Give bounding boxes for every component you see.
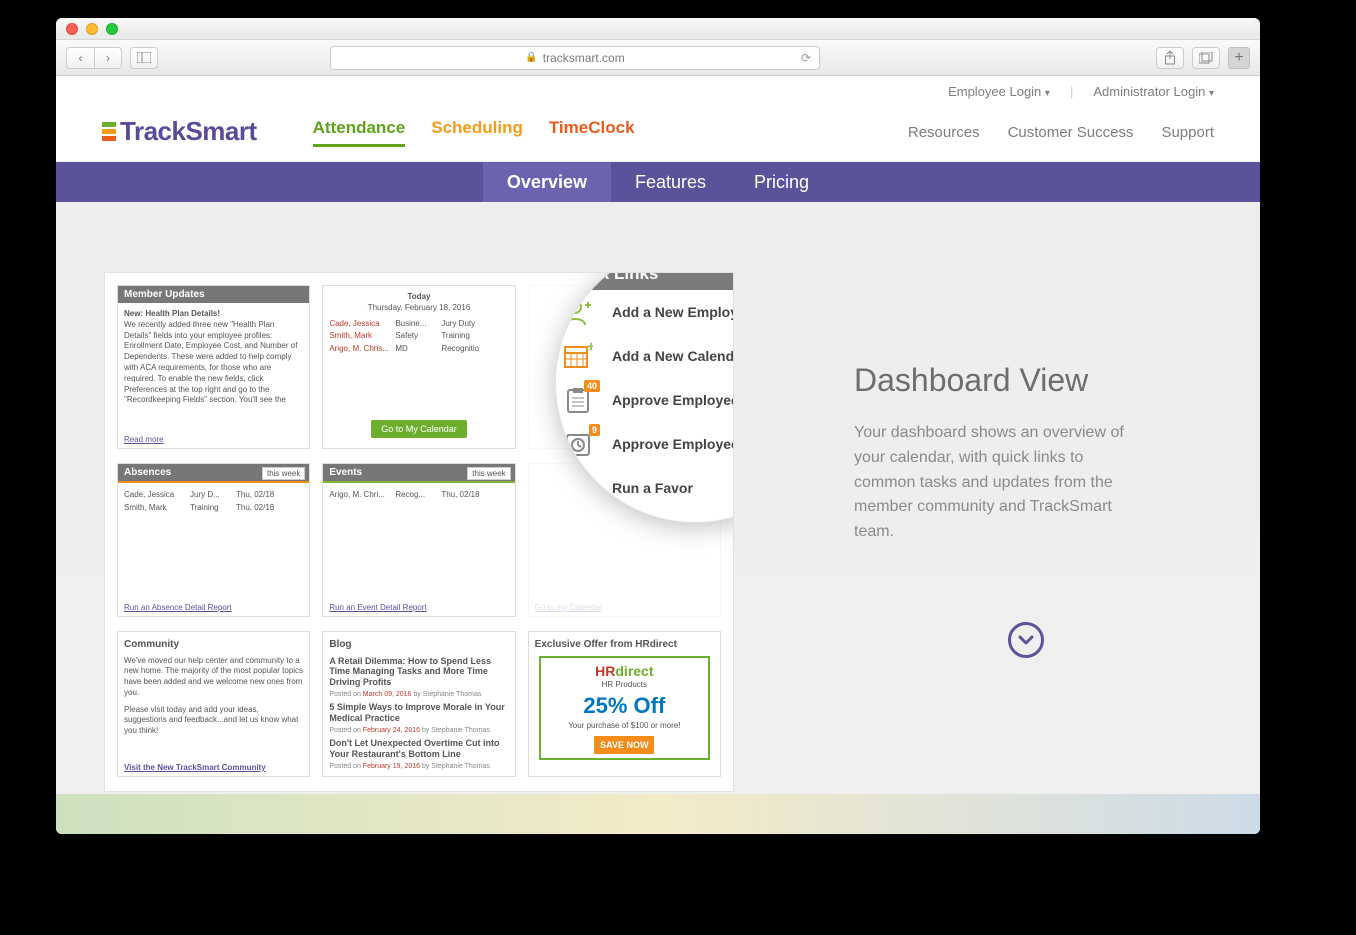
- tab-timeclock[interactable]: TimeClock: [549, 118, 635, 147]
- utility-nav: Resources Customer Success Support: [908, 124, 1214, 141]
- scroll-down-button[interactable]: [1008, 622, 1044, 658]
- quicklink-approve-time[interactable]: Approve Employee Tim: [555, 378, 734, 422]
- quicklink-add-employee[interactable]: Add a New Employee: [555, 290, 734, 334]
- today-panel: Today Thursday, February 18, 2016 Cade, …: [322, 285, 515, 449]
- absence-report-link[interactable]: Run an Absence Detail Report: [124, 603, 232, 612]
- events-filter[interactable]: this week: [467, 467, 510, 480]
- chevron-down-icon: ▾: [1209, 88, 1214, 99]
- quicklink-run-favorite[interactable]: Run a Favor: [555, 466, 734, 510]
- new-tab-button[interactable]: +: [1228, 47, 1250, 69]
- go-to-calendar-link[interactable]: Go to my Calendar: [535, 603, 602, 612]
- clock-icon: [562, 428, 594, 460]
- close-window-button[interactable]: [66, 23, 78, 35]
- login-links: Employee Login ▾ | Administrator Login ▾: [948, 84, 1214, 99]
- quicklink-approve-employee[interactable]: Approve Employee: [555, 422, 734, 466]
- star-icon: [562, 472, 594, 504]
- member-updates-panel: Member Updates New: Health Plan Details!…: [117, 285, 310, 449]
- blog-panel: Blog A Retail Dilemma: How to Spend Less…: [322, 631, 515, 777]
- sidebar-button[interactable]: [130, 47, 158, 69]
- dashboard-screenshot: Member Updates New: Health Plan Details!…: [104, 272, 734, 792]
- share-button[interactable]: [1156, 47, 1184, 69]
- site-content: Employee Login ▾ | Administrator Login ▾…: [56, 76, 1260, 834]
- hero-title: Dashboard View: [854, 362, 1124, 399]
- hero-section: Member Updates New: Health Plan Details!…: [56, 202, 1260, 834]
- hero-text: Dashboard View Your dashboard shows an o…: [734, 272, 1124, 834]
- logo-icon: [102, 122, 116, 141]
- brand-text: TrackSmart: [120, 116, 257, 147]
- subnav-features[interactable]: Features: [611, 162, 730, 202]
- event-report-link[interactable]: Run an Event Detail Report: [329, 603, 426, 612]
- go-to-calendar-button[interactable]: Go to My Calendar: [371, 420, 467, 438]
- sub-navigation: Overview Features Pricing: [56, 162, 1260, 202]
- footer-gradient: [56, 794, 1260, 834]
- brand-logo[interactable]: TrackSmart: [102, 116, 257, 153]
- quicklinks-header: Quick Links: [555, 272, 734, 290]
- events-panel: Events this week Arigo, M. Chri...Recog.…: [322, 463, 515, 617]
- clipboard-icon: [562, 384, 594, 416]
- absences-panel: Absences this week Cade, JessicaJury D..…: [117, 463, 310, 617]
- mac-titlebar: [56, 18, 1260, 40]
- admin-login-link[interactable]: Administrator Login ▾: [1093, 84, 1214, 99]
- save-now-button[interactable]: SAVE NOW: [594, 736, 654, 754]
- calendar-plus-icon: +: [562, 340, 594, 372]
- chevron-down-icon: ▾: [1045, 88, 1050, 99]
- address-bar[interactable]: 🔒 tracksmart.com ⟳: [330, 46, 820, 70]
- user-plus-icon: [562, 296, 594, 328]
- support-link[interactable]: Support: [1161, 124, 1214, 141]
- community-panel: Community We've moved our help center an…: [117, 631, 310, 777]
- zoom-lens: Quick Links Add a New Employee + Add a N: [555, 272, 734, 523]
- subnav-pricing[interactable]: Pricing: [730, 162, 833, 202]
- visit-community-link[interactable]: Visit the New TrackSmart Community: [124, 763, 266, 772]
- subnav-overview[interactable]: Overview: [483, 162, 611, 202]
- reload-icon[interactable]: ⟳: [801, 51, 811, 65]
- svg-text:+: +: [587, 341, 593, 354]
- quicklink-add-calendar[interactable]: + Add a New Calendar Ev: [555, 334, 734, 378]
- lock-icon: 🔒: [525, 52, 537, 63]
- read-more-link[interactable]: Read more: [124, 435, 164, 444]
- forward-button[interactable]: ›: [94, 47, 122, 69]
- offer-panel: Exclusive Offer from HRdirect HRdirect H…: [528, 631, 721, 777]
- tabs-button[interactable]: [1192, 47, 1220, 69]
- minimize-window-button[interactable]: [86, 23, 98, 35]
- employee-login-link[interactable]: Employee Login ▾: [948, 84, 1050, 99]
- tab-attendance[interactable]: Attendance: [313, 118, 406, 147]
- browser-window: ‹ › 🔒 tracksmart.com ⟳ + Employee Login …: [56, 18, 1260, 834]
- browser-toolbar: ‹ › 🔒 tracksmart.com ⟳ +: [56, 40, 1260, 76]
- absences-filter[interactable]: this week: [262, 467, 305, 480]
- tab-scheduling[interactable]: Scheduling: [431, 118, 523, 147]
- back-button[interactable]: ‹: [66, 47, 94, 69]
- url-text: tracksmart.com: [543, 51, 625, 65]
- hero-body: Your dashboard shows an overview of your…: [854, 421, 1124, 545]
- product-tabs: Attendance Scheduling TimeClock: [313, 118, 635, 153]
- zoom-window-button[interactable]: [106, 23, 118, 35]
- customer-success-link[interactable]: Customer Success: [1008, 124, 1134, 141]
- resources-link[interactable]: Resources: [908, 124, 980, 141]
